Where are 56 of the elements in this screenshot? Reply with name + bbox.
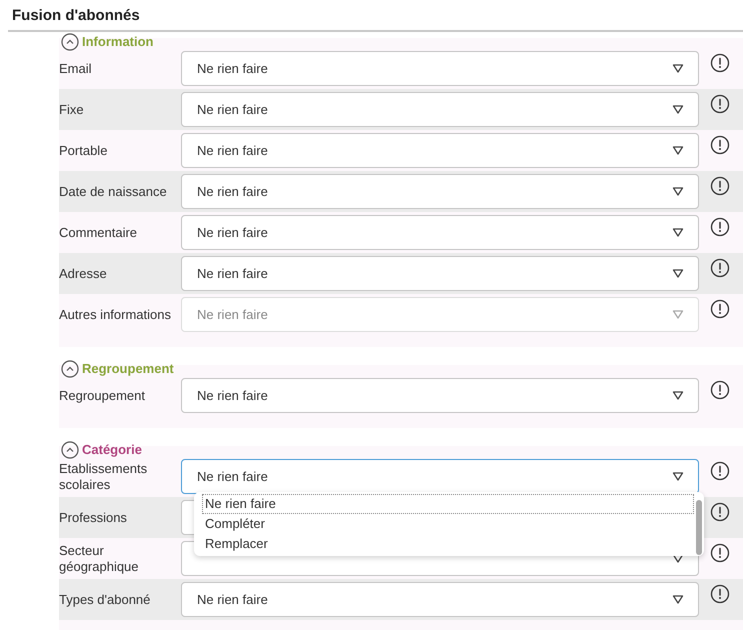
- field-label: Fixe: [59, 102, 85, 118]
- info-icon[interactable]: [710, 584, 730, 604]
- collapse-icon[interactable]: [61, 33, 79, 51]
- caret-icon: [672, 145, 684, 156]
- dropdown-option[interactable]: Remplacer: [202, 534, 694, 554]
- info-icon[interactable]: [710, 53, 730, 73]
- caret-icon: [672, 268, 684, 279]
- select-field[interactable]: Ne rien faire: [181, 378, 699, 413]
- info-icon[interactable]: [710, 502, 730, 522]
- select-field[interactable]: Ne rien faire: [181, 256, 699, 291]
- collapse-icon[interactable]: [61, 360, 79, 378]
- select-field[interactable]: Ne rien faire: [181, 582, 699, 617]
- info-icon[interactable]: [710, 299, 730, 319]
- section-title: Catégorie: [82, 441, 142, 460]
- field-label: Autres informations: [59, 306, 172, 322]
- select-field[interactable]: Ne rien faire: [181, 174, 699, 209]
- select-field[interactable]: Ne rien faire: [181, 51, 699, 86]
- field-label: Date de naissance: [59, 184, 168, 200]
- caret-icon: [672, 63, 684, 74]
- section-title: Information: [82, 33, 154, 52]
- field-label: Types d'abonné: [59, 592, 152, 608]
- caret-icon: [672, 471, 684, 482]
- caret-icon: [672, 390, 684, 401]
- info-icon[interactable]: [710, 176, 730, 196]
- caret-icon: [672, 104, 684, 115]
- info-icon[interactable]: [710, 461, 730, 481]
- field-label: Commentaire: [59, 224, 138, 240]
- field-label: Secteur géographique: [59, 542, 140, 574]
- info-icon[interactable]: [710, 258, 730, 278]
- select-field[interactable]: Ne rien faire: [181, 92, 699, 127]
- info-icon[interactable]: [710, 94, 730, 114]
- caret-icon: [672, 553, 684, 564]
- caret-icon: [672, 227, 684, 238]
- select-field[interactable]: Ne rien faire: [181, 133, 699, 168]
- caret-icon: [672, 309, 684, 320]
- select-field[interactable]: Ne rien faire: [181, 215, 699, 250]
- field-label: Etablissements scolaires: [59, 460, 148, 492]
- caret-icon: [672, 186, 684, 197]
- field-label: Portable: [59, 142, 108, 158]
- field-label: Email: [59, 60, 93, 76]
- collapse-icon[interactable]: [61, 441, 79, 459]
- info-icon[interactable]: [710, 543, 730, 563]
- scrollbar-thumb[interactable]: [696, 500, 702, 555]
- field-label: Adresse: [59, 266, 108, 282]
- dropdown-option[interactable]: Compléter: [202, 514, 694, 534]
- dropdown-option[interactable]: Ne rien faire: [202, 494, 694, 514]
- field-label: Regroupement: [59, 388, 146, 404]
- section-title: Regroupement: [82, 360, 174, 378]
- info-icon[interactable]: [710, 380, 730, 400]
- select-field: Ne rien faire: [181, 297, 699, 332]
- info-icon[interactable]: [710, 217, 730, 237]
- info-icon[interactable]: [710, 135, 730, 155]
- select-field[interactable]: Ne rien faire: [181, 459, 699, 494]
- caret-icon: [672, 594, 684, 605]
- field-label: Professions: [59, 510, 128, 526]
- page-title: Fusion d'abonnés: [11, 6, 141, 26]
